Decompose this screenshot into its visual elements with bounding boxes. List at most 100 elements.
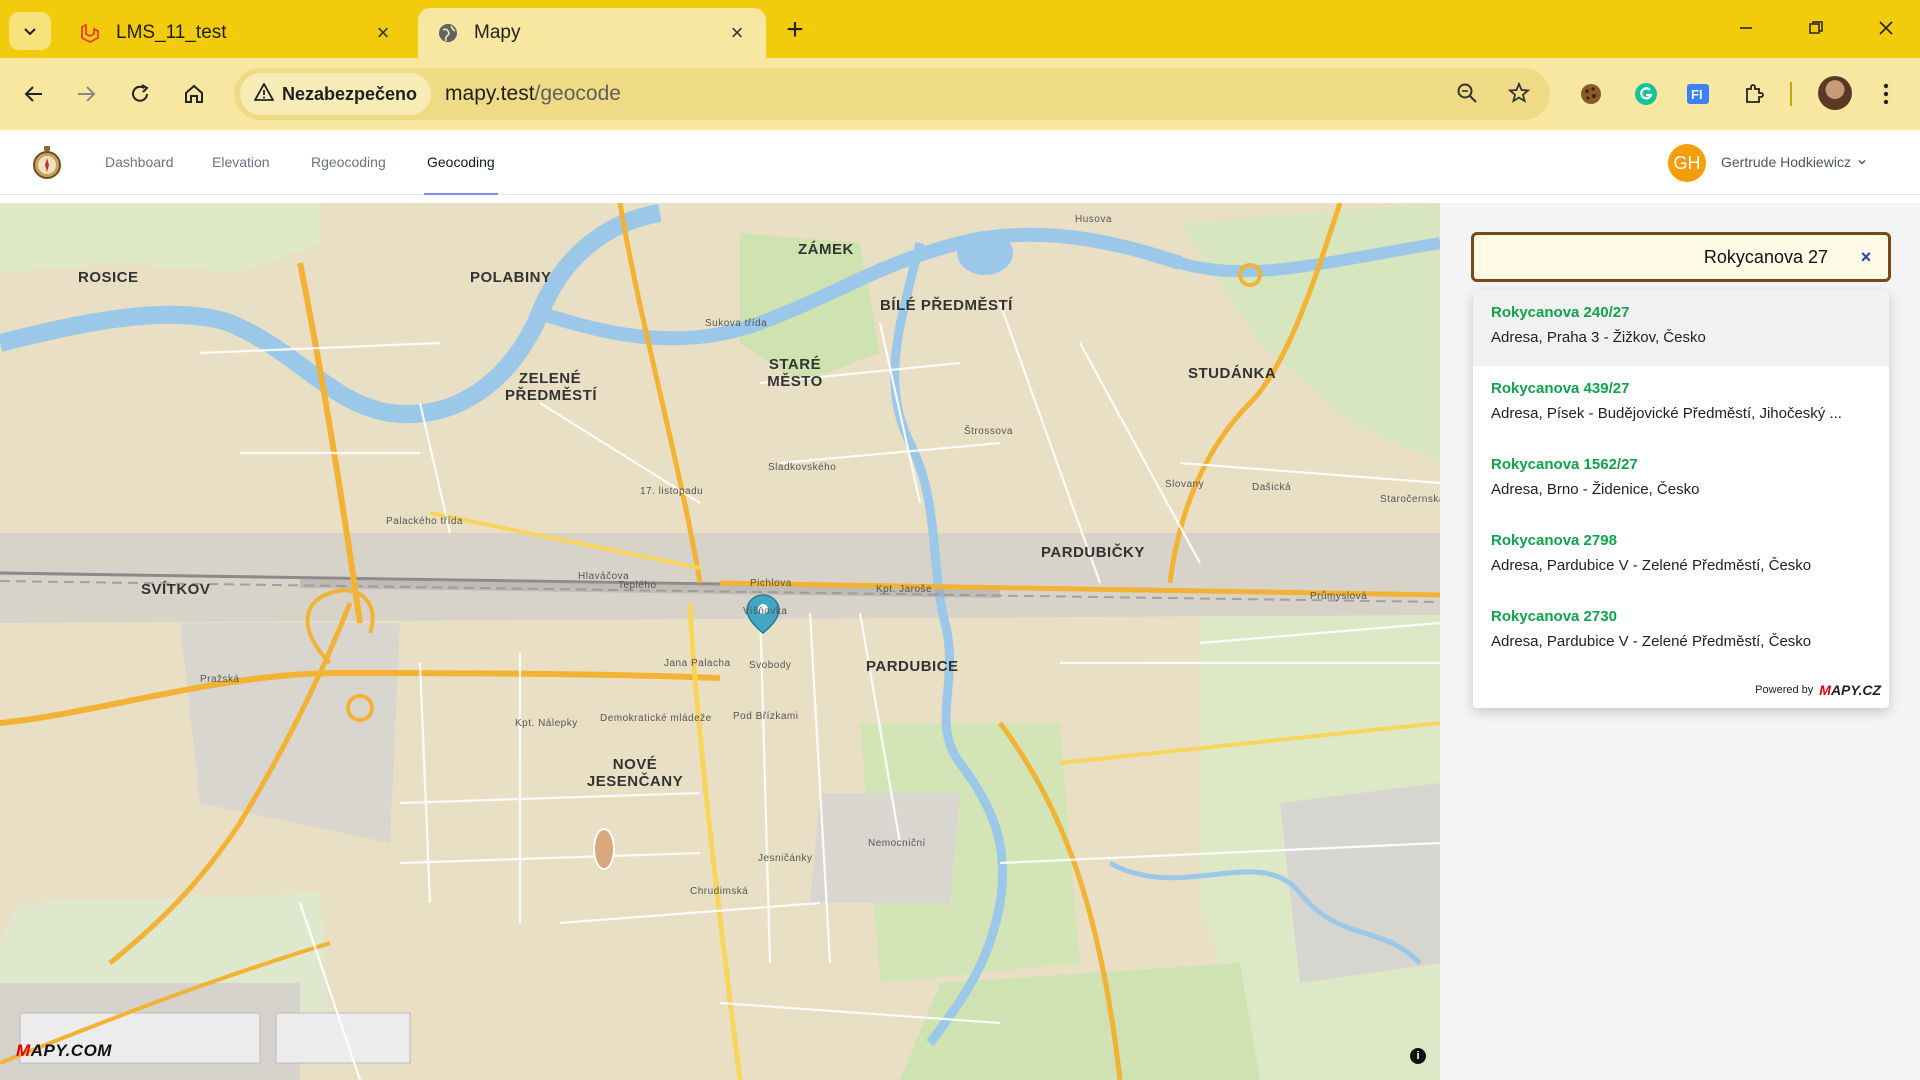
url-host: mapy.test (445, 82, 535, 105)
suggestion-subtitle: Adresa, Písek - Budějovické Předměstí, J… (1491, 405, 1842, 422)
url-path: /geocode (534, 82, 621, 105)
more-menu-icon[interactable] (1868, 76, 1904, 112)
profile-avatar[interactable] (1818, 76, 1852, 110)
svg-text:FI: FI (1691, 87, 1703, 102)
powered-by: Powered by MAPY.CZ (1755, 682, 1881, 698)
fi-extension-icon[interactable]: FI (1680, 76, 1716, 112)
suggestion-subtitle: Adresa, Pardubice V - Zelené Předměstí, … (1491, 633, 1812, 650)
street-label: Demokratické mládeže (600, 713, 712, 724)
street-label: Slovany (1165, 479, 1205, 490)
bookmark-star-icon[interactable] (1502, 76, 1536, 110)
suggestion-item[interactable]: Rokycanova 2730 Adresa, Pardubice V - Ze… (1473, 594, 1889, 670)
street-label: Jesničánky (758, 853, 813, 864)
extensions-puzzle-icon[interactable] (1736, 76, 1772, 112)
street-label: Chrudimská (690, 886, 749, 897)
restore-icon[interactable] (1794, 8, 1838, 48)
suggestion-item[interactable]: Rokycanova 439/27 Adresa, Písek - Budějo… (1473, 366, 1889, 442)
map-label: SVÍTKOV (141, 581, 211, 598)
url-text[interactable]: mapy.test/geocode (445, 82, 621, 106)
reload-icon[interactable] (120, 74, 160, 114)
nav-rgeocoding[interactable]: Rgeocoding (311, 130, 386, 195)
tab-title: LMS_11_test (116, 22, 227, 43)
minimize-icon[interactable] (1724, 8, 1768, 48)
suggestion-title: Rokycanova 240/27 (1491, 304, 1630, 321)
search-input[interactable] (1474, 235, 1834, 279)
suggestion-item[interactable]: Rokycanova 1562/27 Adresa, Brno - Žideni… (1473, 442, 1889, 518)
zoom-icon[interactable] (1450, 76, 1484, 110)
tab-mapy[interactable]: Mapy × (418, 8, 766, 58)
close-icon[interactable]: × (372, 20, 394, 45)
map-label: ZÁMEK (798, 241, 854, 258)
map-label: NOVÉ JESENČANY (586, 756, 684, 790)
mapy-logo[interactable]: MAPY.COM (16, 1041, 112, 1061)
powered-by-label: Powered by (1755, 684, 1814, 696)
back-icon[interactable] (14, 74, 54, 114)
street-label: Sukova třída (705, 318, 768, 329)
suggestion-subtitle: Adresa, Praha 3 - Žižkov, Česko (1491, 329, 1706, 346)
map-label: ROSICE (78, 269, 139, 286)
address-bar[interactable]: Nezabezpečeno mapy.test/geocode (234, 68, 1550, 120)
street-label: Kpt. Jaroše (876, 584, 933, 595)
info-icon[interactable]: i (1410, 1048, 1426, 1064)
map-label: PARDUBIČKY (1041, 544, 1145, 561)
street-label: Palackého třída (386, 516, 463, 527)
suggestion-title: Rokycanova 2730 (1491, 608, 1617, 625)
street-label: Svobody (749, 660, 792, 671)
tab-title: Mapy (474, 22, 521, 43)
window-close-icon[interactable] (1864, 8, 1908, 48)
geocode-panel: × Rokycanova 240/27 Adresa, Praha 3 - Ži… (1440, 203, 1920, 1080)
street-label: 17. listopadu (640, 486, 704, 497)
street-label: Štrossova (964, 426, 1013, 437)
tab-search-button[interactable] (9, 12, 51, 50)
map-label: POLABINY (470, 269, 552, 286)
street-label: Sladkovského (768, 462, 837, 473)
brand-text: APY.CZ (1830, 682, 1881, 698)
street-label: Jana Palacha (664, 658, 731, 669)
security-label: Nezabezpečeno (282, 83, 418, 104)
suggestion-subtitle: Adresa, Brno - Židenice, Česko (1491, 481, 1700, 498)
user-name: Gertrude Hodkiewicz (1721, 154, 1851, 170)
street-label: Husova (1075, 214, 1112, 225)
forward-icon[interactable] (66, 74, 106, 114)
grammarly-extension-icon[interactable] (1628, 76, 1664, 112)
suggestion-item[interactable]: Rokycanova 2798 Adresa, Pardubice V - Ze… (1473, 518, 1889, 594)
map-label: BÍLÉ PŘEDMĚSTÍ (880, 297, 1013, 314)
home-icon[interactable] (174, 74, 214, 114)
suggestion-subtitle: Adresa, Pardubice V - Zelené Předměstí, … (1491, 557, 1812, 574)
browser-tab-strip: LMS_11_test × Mapy × + (0, 0, 1920, 58)
laravel-icon (78, 21, 102, 45)
map-label: PARDUBICE (866, 658, 959, 675)
security-chip[interactable]: Nezabezpečeno (240, 73, 432, 115)
street-label: Pod Břízkami (733, 711, 799, 722)
cookie-extension-icon[interactable] (1573, 76, 1609, 112)
tab-lms[interactable]: LMS_11_test × (60, 8, 412, 58)
warning-icon (253, 81, 275, 106)
suggestion-title: Rokycanova 439/27 (1491, 380, 1630, 397)
map-label: STARÉ MĚSTO (767, 356, 823, 390)
map-view[interactable]: ROSICE POLABINY ZÁMEK BÍLÉ PŘEDMĚSTÍ STA… (0, 203, 1440, 1080)
nav-elevation[interactable]: Elevation (212, 130, 270, 195)
new-tab-button[interactable]: + (778, 14, 812, 48)
street-label: Teplého (618, 580, 657, 591)
close-icon[interactable]: × (726, 20, 748, 45)
street-label: Višňovka (743, 606, 788, 617)
app-navbar: Dashboard Elevation Rgeocoding Geocoding… (0, 130, 1920, 195)
street-label: Průmyslová (1310, 591, 1368, 602)
suggestion-list: Rokycanova 240/27 Adresa, Praha 3 - Žižk… (1473, 290, 1889, 708)
map-label: ZELENÉ PŘEDMĚSTÍ (505, 370, 598, 404)
suggestion-item[interactable]: Rokycanova 240/27 Adresa, Praha 3 - Žižk… (1473, 290, 1889, 366)
app-logo[interactable] (32, 146, 62, 180)
user-avatar[interactable]: GH (1668, 144, 1706, 182)
chevron-down-icon (1858, 159, 1866, 165)
mapy-cz-logo[interactable]: MAPY.CZ (1819, 682, 1881, 698)
search-box: × (1471, 232, 1891, 282)
globe-icon (436, 21, 460, 45)
mapy-logo-text: APY.COM (30, 1041, 112, 1060)
street-label: Dašická (1252, 482, 1292, 493)
nav-dashboard[interactable]: Dashboard (105, 130, 174, 195)
clear-icon[interactable]: × (1856, 247, 1876, 267)
nav-geocoding[interactable]: Geocoding (424, 130, 498, 195)
street-label: Pichlova (750, 578, 792, 589)
user-menu[interactable]: Gertrude Hodkiewicz (1721, 154, 1867, 170)
toolbar-divider (1790, 82, 1792, 106)
